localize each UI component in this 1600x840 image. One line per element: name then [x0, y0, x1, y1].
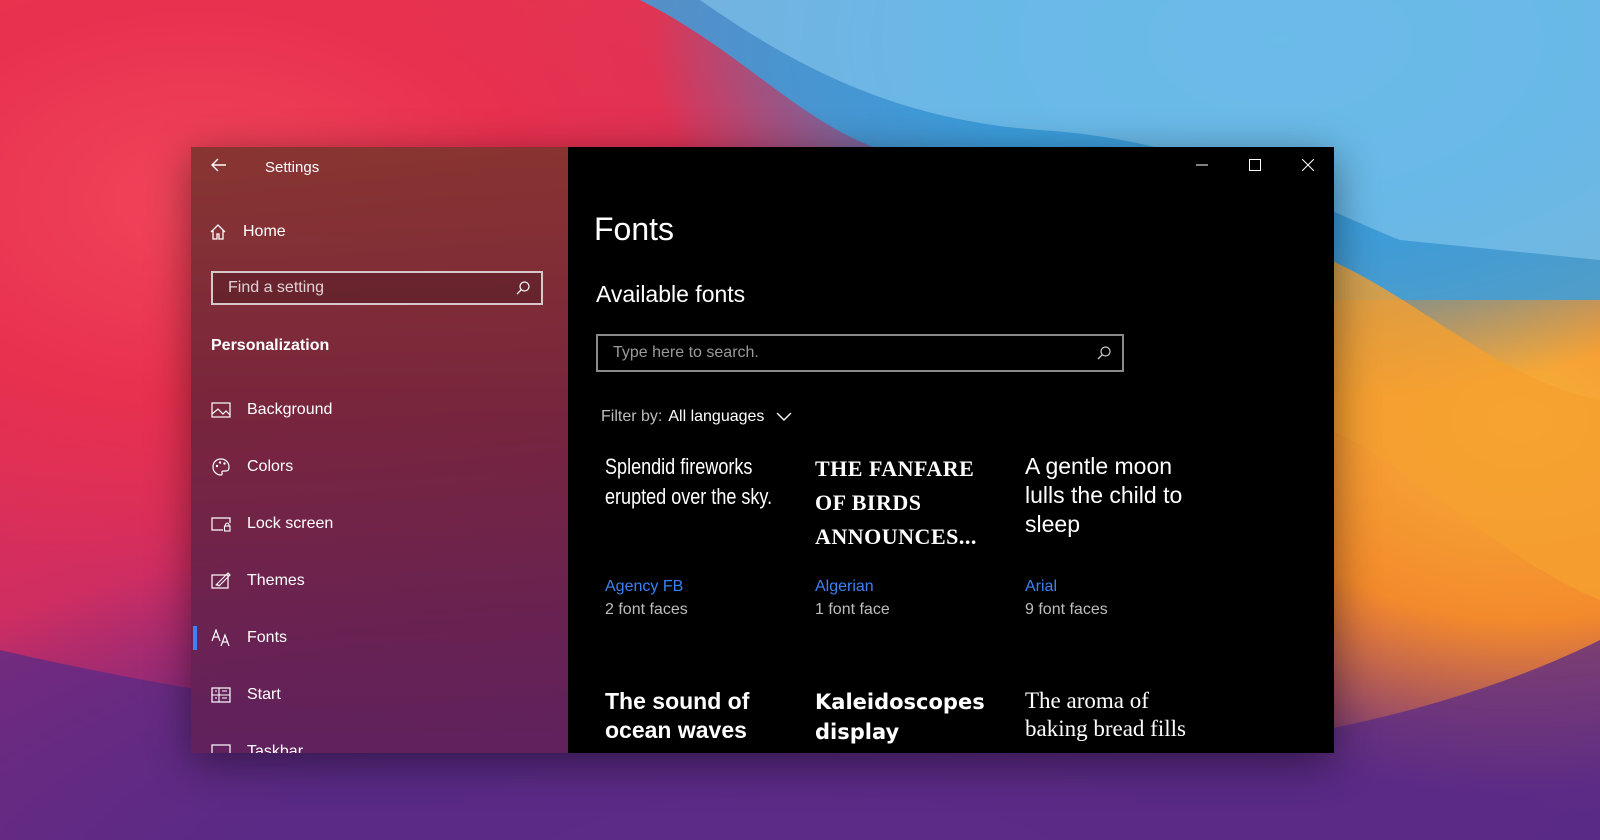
sidebar-item-label: Start	[247, 685, 281, 703]
sidebar-item-background[interactable]: Background	[191, 381, 568, 438]
sidebar-item-themes[interactable]: Themes	[191, 552, 568, 609]
themes-icon	[211, 571, 231, 591]
font-search-input[interactable]	[611, 343, 1096, 363]
font-card[interactable]: The aroma of baking bread fills	[1025, 687, 1215, 747]
chevron-down-icon	[776, 412, 792, 421]
font-card[interactable]: Kaleidoscopes display	[815, 687, 1005, 747]
language-filter[interactable]: Filter by: All languages	[601, 408, 792, 426]
maximize-button[interactable]	[1228, 147, 1281, 183]
sidebar-item-lock-screen[interactable]: Lock screen	[191, 495, 568, 552]
font-card-agency-fb[interactable]: Splendid fireworks erupted over the sky.…	[605, 452, 795, 627]
app-title: Settings	[265, 159, 320, 176]
taskbar-icon	[211, 742, 231, 753]
font-faces: 9 font faces	[1025, 601, 1108, 618]
minimize-button[interactable]	[1175, 147, 1228, 183]
font-faces: 2 font faces	[605, 601, 688, 618]
font-card-algerian[interactable]: THE FANFARE OF BIRDS ANNOUNCES... Algeri…	[815, 452, 1005, 627]
sidebar-item-fonts[interactable]: Fonts	[191, 609, 568, 666]
sidebar-item-start[interactable]: Start	[191, 666, 568, 723]
font-search[interactable]	[596, 334, 1124, 372]
section-title: Personalization	[211, 337, 330, 354]
font-name: Agency FB	[605, 578, 684, 595]
sidebar-item-label: Lock screen	[247, 514, 334, 532]
font-faces: 1 font face	[815, 601, 890, 618]
palette-icon	[211, 457, 231, 477]
font-sample: The sound of ocean waves	[605, 688, 750, 743]
search-icon	[1097, 346, 1111, 360]
font-sample: THE FANFARE OF BIRDS ANNOUNCES...	[815, 456, 977, 549]
sidebar-item-label: Background	[247, 400, 333, 418]
sidebar-item-label: Taskbar	[247, 742, 304, 754]
back-button[interactable]	[205, 153, 233, 177]
find-setting-search[interactable]	[211, 271, 543, 305]
font-sample: Kaleidoscopes display	[815, 690, 985, 744]
minimize-icon	[1195, 164, 1208, 166]
font-sample: Splendid fireworks erupted over the sky.	[605, 454, 773, 509]
image-icon	[211, 400, 231, 420]
page-title: Fonts	[594, 211, 675, 247]
font-name: Algerian	[815, 578, 874, 595]
window-controls	[1175, 147, 1334, 183]
main-content: Fonts Available fonts Filter by: All lan…	[568, 147, 1334, 753]
sidebar-item-colors[interactable]: Colors	[191, 438, 568, 495]
sidebar-item-label: Colors	[247, 457, 294, 475]
lock-screen-icon	[211, 514, 231, 534]
sidebar-item-taskbar[interactable]: Taskbar	[191, 723, 568, 753]
back-arrow-icon	[211, 158, 226, 172]
home-link[interactable]: Home	[209, 223, 286, 241]
sidebar-item-label: Themes	[247, 571, 305, 589]
settings-window: Settings Home Personalization Background	[191, 147, 1334, 753]
home-icon	[210, 224, 226, 240]
font-card-arial[interactable]: A gentle moon lulls the child to sleep A…	[1025, 452, 1215, 627]
sidebar-item-label: Fonts	[247, 628, 288, 646]
close-icon	[1301, 159, 1314, 171]
close-button[interactable]	[1281, 147, 1334, 183]
start-icon	[211, 685, 231, 705]
font-card[interactable]: The sound of ocean waves	[605, 687, 795, 747]
search-icon	[516, 281, 530, 295]
font-sample: A gentle moon lulls the child to sleep	[1025, 453, 1183, 537]
home-label: Home	[243, 223, 286, 240]
font-sample: The aroma of baking bread fills	[1025, 688, 1186, 741]
available-fonts-heading: Available fonts	[596, 281, 746, 307]
sidebar: Settings Home Personalization Background	[191, 147, 568, 753]
filter-label: Filter by:	[601, 408, 663, 425]
maximize-icon	[1248, 159, 1261, 171]
sidebar-nav: Background Colors Lock screen Themes Fon…	[191, 381, 568, 753]
find-setting-input[interactable]	[226, 278, 515, 298]
fonts-icon	[211, 628, 231, 648]
filter-value: All languages	[668, 408, 765, 425]
font-name: Arial	[1025, 578, 1058, 595]
